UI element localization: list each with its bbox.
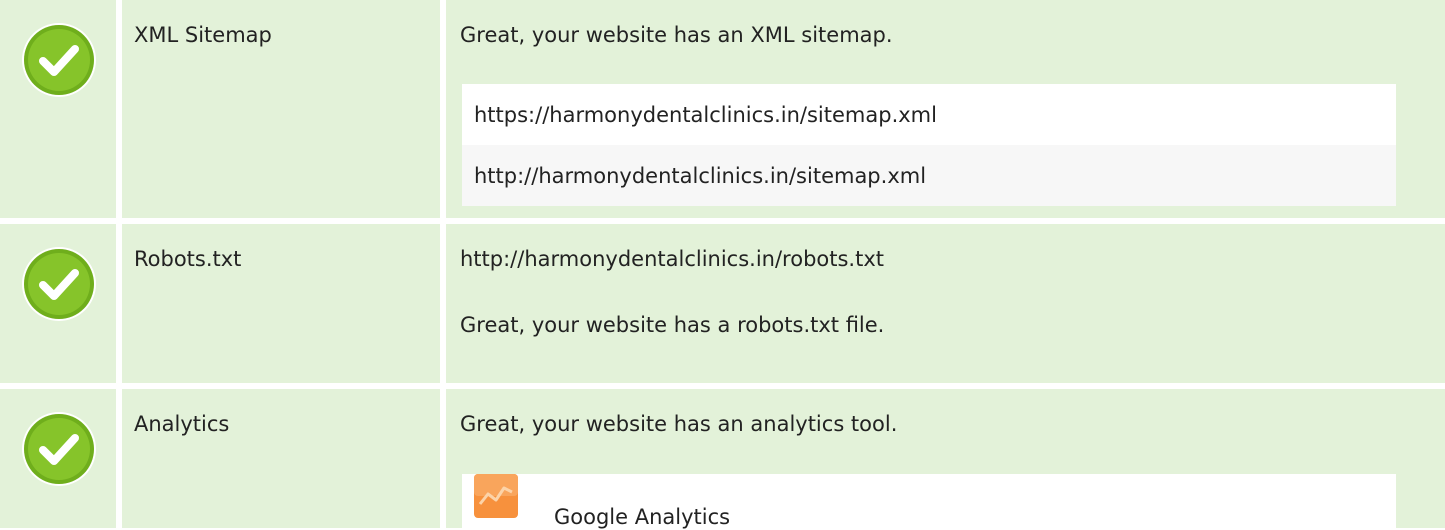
check-result-cell: Great, your website has an XML sitemap. …	[446, 0, 1445, 218]
check-name-cell: Robots.txt	[122, 224, 440, 383]
check-result-cell: Great, your website has an analytics too…	[446, 389, 1445, 529]
status-cell	[0, 0, 116, 218]
result-message: Great, your website has a robots.txt fil…	[460, 313, 885, 337]
analytics-tool-item: Google Analytics	[462, 474, 1396, 529]
check-circle-icon	[22, 23, 96, 97]
google-analytics-icon	[474, 474, 518, 518]
sitemap-url[interactable]: http://harmonydentalclinics.in/sitemap.x…	[474, 163, 926, 189]
robots-url[interactable]: http://harmonydentalclinics.in/robots.tx…	[460, 246, 884, 272]
check-circle-icon	[22, 247, 96, 321]
check-circle-icon	[22, 412, 96, 486]
sitemap-url-item: https://harmonydentalclinics.in/sitemap.…	[462, 84, 1396, 145]
check-name: Analytics	[134, 412, 230, 436]
analytics-tool-name: Google Analytics	[554, 505, 731, 529]
check-name-cell: Analytics	[122, 389, 440, 528]
check-result-cell: http://harmonydentalclinics.in/robots.tx…	[446, 224, 1445, 383]
sitemap-url[interactable]: https://harmonydentalclinics.in/sitemap.…	[474, 102, 937, 128]
status-cell	[0, 224, 116, 383]
result-message: Great, your website has an analytics too…	[460, 412, 898, 436]
check-row-robots: Robots.txt http://harmonydentalclinics.i…	[0, 224, 1445, 383]
check-name-cell: XML Sitemap	[122, 0, 440, 218]
check-name: XML Sitemap	[134, 23, 272, 47]
status-cell	[0, 389, 116, 528]
result-message: Great, your website has an XML sitemap.	[460, 23, 893, 47]
check-row-analytics: Analytics Great, your website has an ana…	[0, 389, 1445, 529]
check-row-xml-sitemap: XML Sitemap Great, your website has an X…	[0, 0, 1445, 218]
check-name: Robots.txt	[134, 247, 242, 271]
sitemap-url-item: http://harmonydentalclinics.in/sitemap.x…	[462, 145, 1396, 206]
